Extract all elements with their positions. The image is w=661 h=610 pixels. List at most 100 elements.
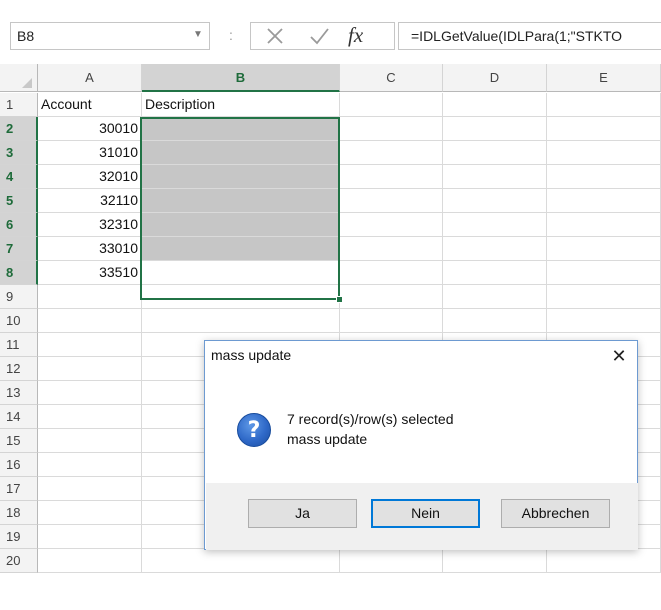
select-all-icon[interactable] [22,78,32,88]
close-icon[interactable]: ✕ [607,345,631,369]
cell-b2[interactable] [142,117,340,141]
cell-a11[interactable] [38,333,142,357]
cell-a8[interactable]: 33510 [38,261,142,285]
row-header-17[interactable]: 17 [0,477,38,501]
name-box[interactable]: B8 ▼ [10,22,210,50]
row-header-20[interactable]: 20 [0,549,38,573]
select-all-corner[interactable] [0,64,38,92]
row-header-14[interactable]: 14 [0,405,38,429]
enter-icon[interactable] [306,22,332,50]
row-header-16[interactable]: 16 [0,453,38,477]
cell-a6[interactable]: 32310 [38,213,142,237]
cancel-button[interactable]: Abbrechen [501,499,610,528]
cell-b20[interactable] [142,549,340,573]
cell-a3[interactable]: 31010 [38,141,142,165]
row-header-13[interactable]: 13 [0,381,38,405]
cell-c20[interactable] [340,549,443,573]
row-header-6[interactable]: 6 [0,213,38,237]
row-header-11[interactable]: 11 [0,333,38,357]
cell-d1[interactable] [443,93,547,117]
cell-a13[interactable] [38,381,142,405]
cell-b10[interactable] [142,309,340,333]
cell-a4[interactable]: 32010 [38,165,142,189]
cell-e8[interactable] [547,261,661,285]
cell-a16[interactable] [38,453,142,477]
cell-c1[interactable] [340,93,443,117]
cell-c3[interactable] [340,141,443,165]
cell-c8[interactable] [340,261,443,285]
formula-input[interactable]: =IDLGetValue(IDLPara(1;"STKTO [398,22,661,50]
cell-c5[interactable] [340,189,443,213]
cell-d9[interactable] [443,285,547,309]
cell-e4[interactable] [547,165,661,189]
cell-d6[interactable] [443,213,547,237]
cell-e6[interactable] [547,213,661,237]
cell-e3[interactable] [547,141,661,165]
cell-b3[interactable] [142,141,340,165]
cell-e20[interactable] [547,549,661,573]
cell-c6[interactable] [340,213,443,237]
row-header-7[interactable]: 7 [0,237,38,261]
cell-a12[interactable] [38,357,142,381]
cell-a9[interactable] [38,285,142,309]
no-button[interactable]: Nein [371,499,480,528]
cell-d8[interactable] [443,261,547,285]
cell-d3[interactable] [443,141,547,165]
row-header-3[interactable]: 3 [0,141,38,165]
cell-a15[interactable] [38,429,142,453]
column-header-d[interactable]: D [443,64,547,92]
cell-d2[interactable] [443,117,547,141]
cell-e2[interactable] [547,117,661,141]
cell-b1[interactable]: Description [142,93,340,117]
cell-c4[interactable] [340,165,443,189]
row-header-18[interactable]: 18 [0,501,38,525]
cell-e1[interactable] [547,93,661,117]
cell-b9[interactable] [142,285,340,309]
cell-c9[interactable] [340,285,443,309]
cell-a10[interactable] [38,309,142,333]
cell-e9[interactable] [547,285,661,309]
row-header-10[interactable]: 10 [0,309,38,333]
cell-a5[interactable]: 32110 [38,189,142,213]
cell-d5[interactable] [443,189,547,213]
cell-a1[interactable]: Account [38,93,142,117]
cell-b5[interactable] [142,189,340,213]
cell-d10[interactable] [443,309,547,333]
cell-a14[interactable] [38,405,142,429]
row-header-5[interactable]: 5 [0,189,38,213]
cell-e10[interactable] [547,309,661,333]
cell-a2[interactable]: 30010 [38,117,142,141]
cell-a18[interactable] [38,501,142,525]
cell-d4[interactable] [443,165,547,189]
cell-d7[interactable] [443,237,547,261]
chevron-down-icon[interactable]: ▼ [193,29,203,40]
column-header-a[interactable]: A [38,64,142,92]
cell-b4[interactable] [142,165,340,189]
cell-a19[interactable] [38,525,142,549]
cell-a7[interactable]: 33010 [38,237,142,261]
row-header-1[interactable]: 1 [0,93,38,117]
cancel-icon[interactable] [262,22,288,50]
column-header-b[interactable]: B [142,64,340,92]
cell-c10[interactable] [340,309,443,333]
row-header-8[interactable]: 8 [0,261,38,285]
row-header-15[interactable]: 15 [0,429,38,453]
cell-b6[interactable] [142,213,340,237]
insert-function-icon[interactable]: fx [348,20,378,50]
column-header-c[interactable]: C [340,64,443,92]
cell-c2[interactable] [340,117,443,141]
cell-c7[interactable] [340,237,443,261]
cell-e5[interactable] [547,189,661,213]
cell-a17[interactable] [38,477,142,501]
cell-b7[interactable] [142,237,340,261]
cell-e7[interactable] [547,237,661,261]
yes-button[interactable]: Ja [248,499,357,528]
row-header-19[interactable]: 19 [0,525,38,549]
cell-a20[interactable] [38,549,142,573]
row-header-9[interactable]: 9 [0,285,38,309]
cell-b8[interactable] [142,261,340,285]
row-header-4[interactable]: 4 [0,165,38,189]
fill-handle[interactable] [336,296,343,303]
column-header-e[interactable]: E [547,64,661,92]
cell-d20[interactable] [443,549,547,573]
